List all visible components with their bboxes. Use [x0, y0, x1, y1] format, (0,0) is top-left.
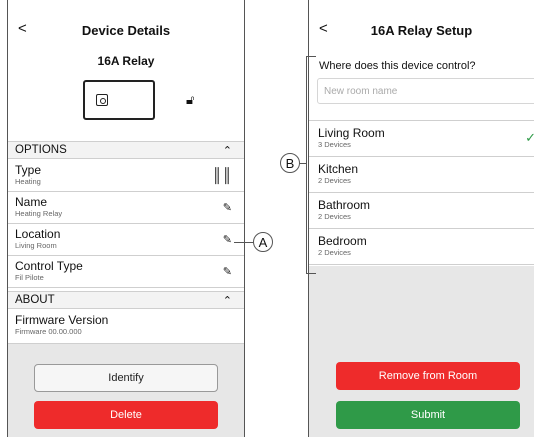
room-name-input[interactable]: New room name — [317, 78, 534, 104]
relay-setup-screen: < 16A Relay Setup Where does this device… — [308, 0, 534, 437]
header: < 16A Relay Setup — [309, 18, 534, 42]
delete-button[interactable]: Delete — [34, 401, 218, 429]
room-question: Where does this device control? — [319, 60, 476, 72]
chevron-up-icon[interactable]: ⌃ — [223, 293, 232, 310]
room-item-kitchen[interactable]: Kitchen 2 Devices — [309, 157, 534, 193]
room-item-bathroom[interactable]: Bathroom 2 Devices — [309, 193, 534, 229]
about-section-header[interactable]: ABOUT ⌃ — [8, 291, 244, 309]
row-title: Firmware Version — [15, 313, 109, 327]
radiator-icon: ║║ — [212, 167, 232, 183]
device-details-screen: < Device Details 16A Relay 🔓︎ OPTIONS ⌃ … — [7, 0, 245, 437]
row-name[interactable]: Name Heating Relay ✎ — [8, 192, 244, 224]
room-sub: 3 Devices — [318, 140, 351, 149]
options-section-header[interactable]: OPTIONS ⌃ — [8, 141, 244, 159]
pencil-icon[interactable]: ✎ — [223, 201, 232, 214]
row-sub: Firmware 00.00.000 — [15, 327, 82, 336]
row-firmware: Firmware Version Firmware 00.00.000 — [8, 310, 244, 344]
row-location[interactable]: Location Living Room ✎ — [8, 224, 244, 256]
room-item-bedroom[interactable]: Bedroom 2 Devices — [309, 229, 534, 265]
identify-button[interactable]: Identify — [34, 364, 218, 392]
room-sub: 2 Devices — [318, 212, 351, 221]
device-image-frame — [83, 80, 155, 120]
relay-device-icon — [96, 94, 108, 106]
room-title: Bathroom — [318, 198, 371, 212]
row-title: Type — [15, 163, 42, 177]
checkmark-icon: ✓ — [525, 130, 534, 146]
callout-a-leader — [234, 242, 254, 243]
callout-b-bracket — [306, 56, 316, 274]
room-title: Kitchen — [318, 162, 359, 176]
back-button[interactable]: < — [18, 20, 27, 37]
row-sub: Heating — [15, 177, 41, 186]
callout-b-leader — [299, 163, 307, 164]
options-label: OPTIONS — [15, 144, 67, 156]
row-title: Name — [15, 195, 48, 209]
room-title: Bedroom — [318, 234, 367, 248]
submit-button[interactable]: Submit — [336, 401, 520, 429]
device-name: 16A Relay — [97, 54, 155, 68]
header: < Device Details — [8, 18, 244, 42]
remove-from-room-button[interactable]: Remove from Room — [336, 362, 520, 390]
page-title: 16A Relay Setup — [370, 22, 473, 38]
page-title: Device Details — [81, 22, 171, 38]
row-sub: Living Room — [15, 241, 57, 250]
pencil-icon[interactable]: ✎ — [223, 233, 232, 246]
lock-icon[interactable]: 🔓︎ — [186, 92, 194, 108]
screenshot-stage: < Device Details 16A Relay 🔓︎ OPTIONS ⌃ … — [0, 0, 536, 437]
room-sub: 2 Devices — [318, 176, 351, 185]
room-sub: 2 Devices — [318, 248, 351, 257]
back-button[interactable]: < — [319, 20, 328, 37]
room-title: Living Room — [318, 126, 385, 140]
row-title: Control Type — [15, 259, 83, 273]
callout-a: A — [253, 232, 273, 252]
pencil-icon[interactable]: ✎ — [223, 265, 232, 278]
about-label: ABOUT — [15, 294, 55, 306]
room-item-living-room[interactable]: Living Room 3 Devices ✓ — [309, 121, 534, 157]
row-sub: Heating Relay — [15, 209, 63, 218]
chevron-up-icon[interactable]: ⌃ — [223, 143, 232, 160]
row-control-type[interactable]: Control Type Fil Pilote ✎ — [8, 256, 244, 288]
row-sub: Fil Pilote — [15, 273, 44, 282]
row-type[interactable]: Type Heating ║║ — [8, 160, 244, 192]
row-title: Location — [15, 227, 61, 241]
callout-b: B — [280, 153, 300, 173]
